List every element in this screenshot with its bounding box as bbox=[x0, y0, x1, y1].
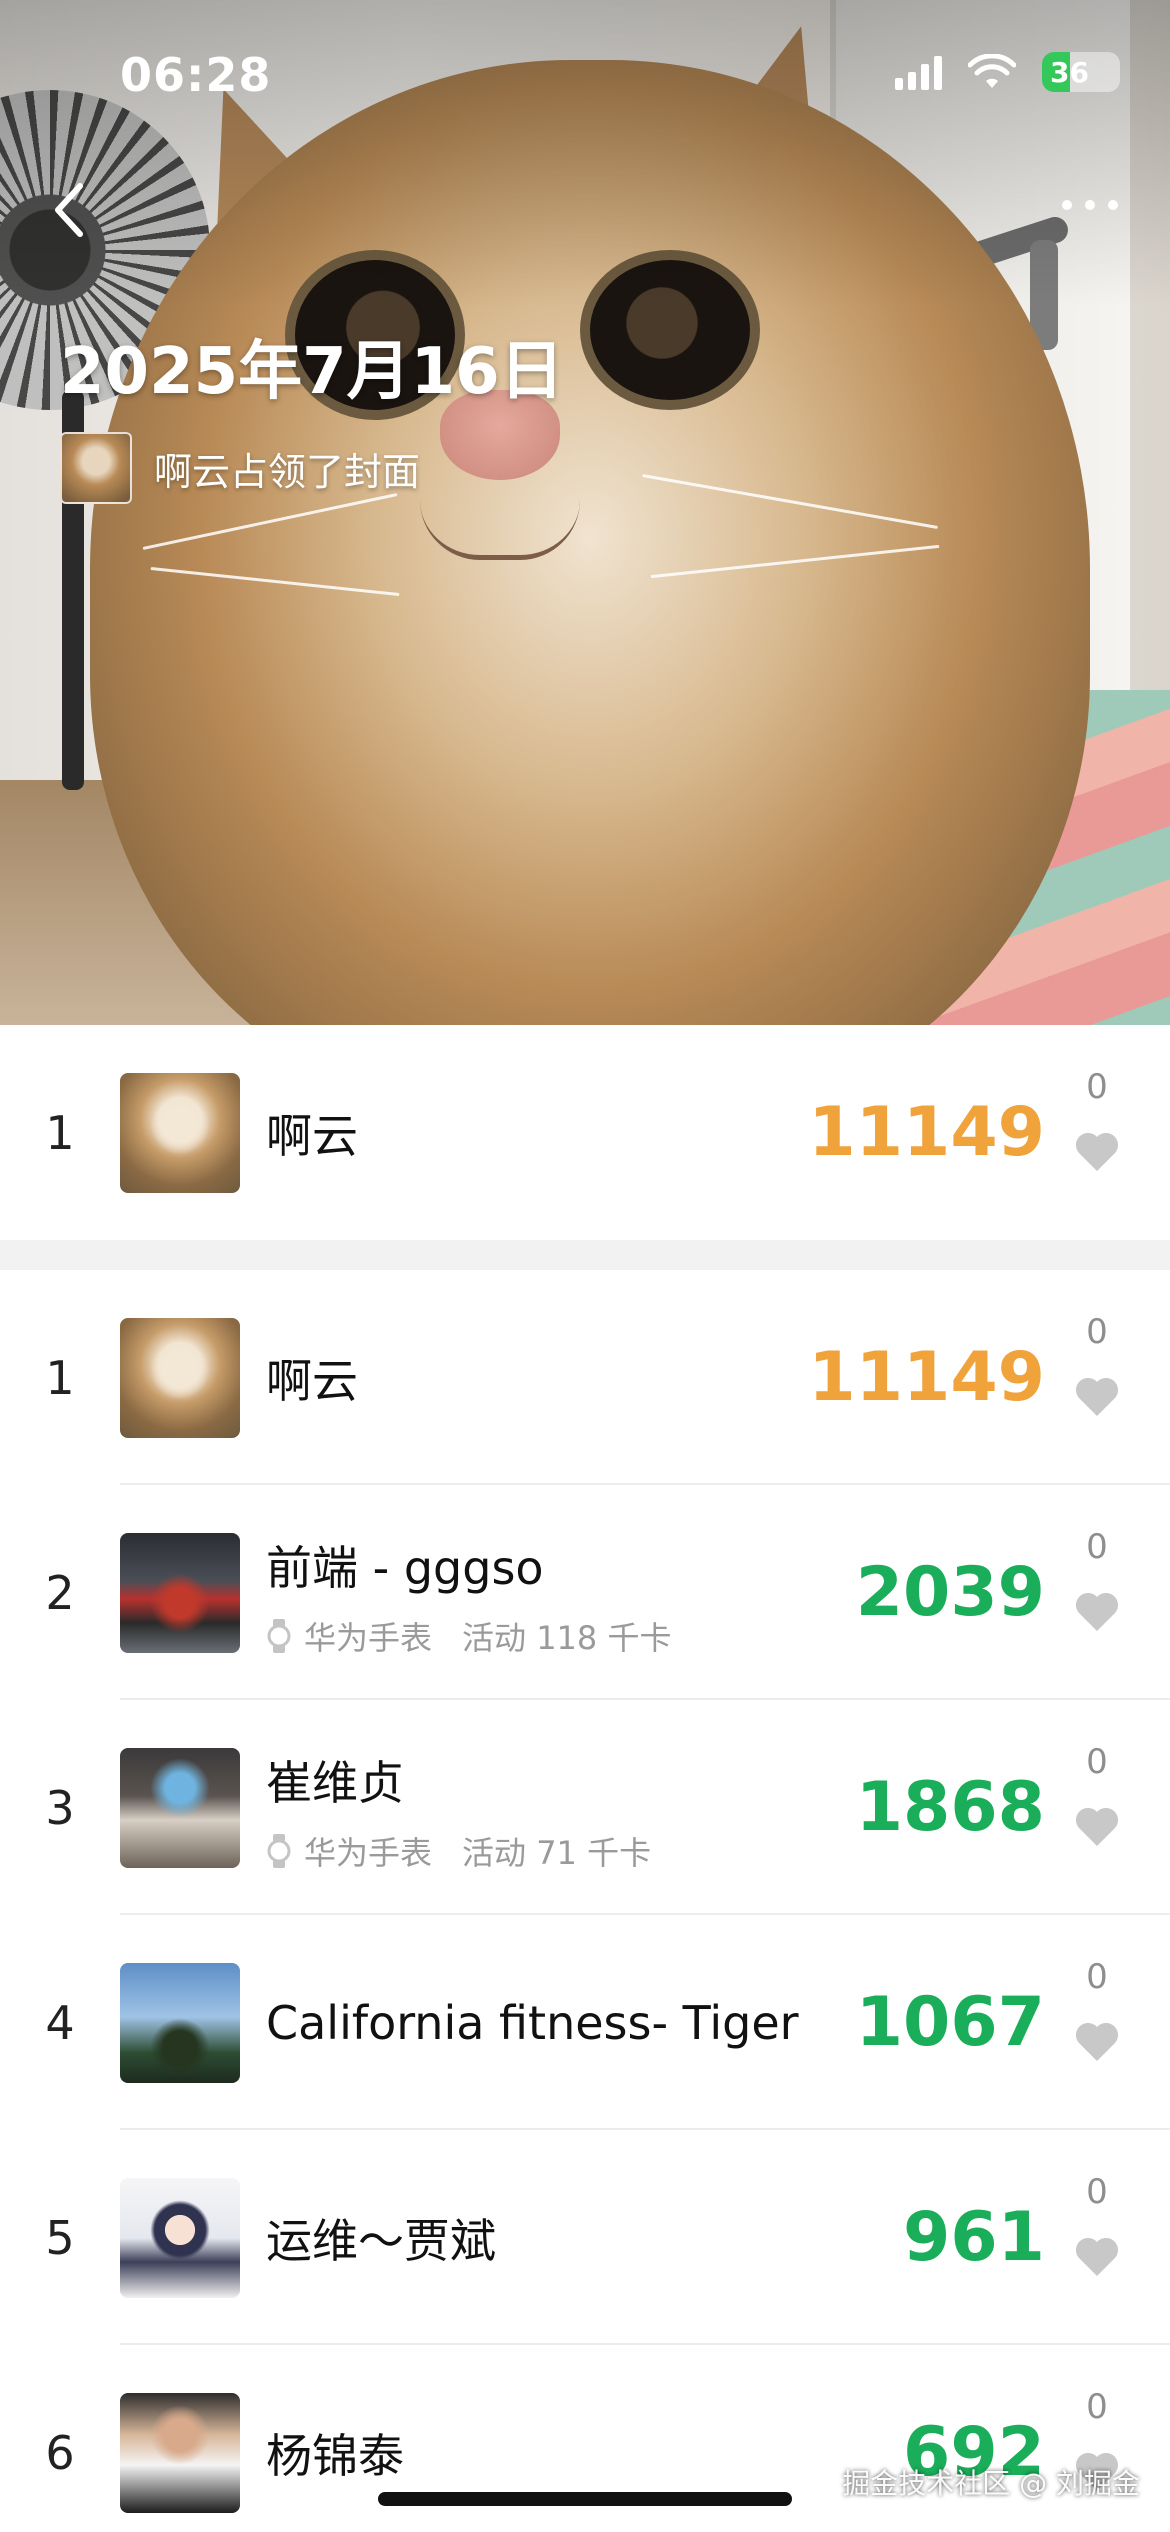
step-count: 11149 bbox=[808, 1338, 1045, 1417]
rank-number: 1 bbox=[45, 1350, 75, 1405]
ranking-row[interactable]: 3 崔维贞 华为手表 活动 71 千卡 1868 0 bbox=[0, 1700, 1170, 1915]
back-button[interactable] bbox=[40, 175, 100, 245]
user-name: 前端 - gggso bbox=[266, 1541, 544, 1595]
watermark: 掘金技术社区 @ 刘掘金 bbox=[842, 2467, 1140, 2500]
like-button[interactable]: 0 bbox=[1062, 1067, 1132, 1207]
section-separator bbox=[0, 1240, 1170, 1270]
cover-owner[interactable]: 啊云占领了封面 bbox=[60, 432, 420, 504]
like-button[interactable]: 0 bbox=[1062, 1742, 1132, 1882]
rank-number: 6 bbox=[45, 2425, 75, 2480]
avatar[interactable] bbox=[120, 1318, 240, 1438]
user-name: 啊云 bbox=[266, 1353, 358, 1408]
avatar-face bbox=[150, 1758, 210, 1818]
more-dot bbox=[1062, 200, 1072, 210]
like-button[interactable]: 0 bbox=[1062, 2387, 1132, 2527]
avatar[interactable] bbox=[120, 2393, 240, 2513]
avatar-face bbox=[150, 1095, 210, 1155]
chevron-left-icon bbox=[55, 183, 83, 237]
my-rank-row[interactable]: 1 啊云 11149 0 bbox=[0, 1025, 1170, 1240]
like-count: 0 bbox=[1086, 2172, 1108, 2212]
cover-shade bbox=[0, 0, 1170, 1025]
rank-number: 2 bbox=[45, 1565, 75, 1620]
cover-image bbox=[0, 0, 1170, 1025]
avatar-face bbox=[150, 2200, 210, 2260]
ranking-row[interactable]: 1 啊云 11149 0 bbox=[0, 1270, 1170, 1485]
step-count: 1067 bbox=[855, 1983, 1045, 2062]
ranking-list: 1 啊云 11149 0 2 前端 - gggso 华为手表 活动 118 千卡 bbox=[0, 1270, 1170, 2532]
cover-date: 2025年7月16日 bbox=[60, 335, 564, 409]
battery-icon: 36 bbox=[1042, 52, 1120, 92]
more-dot bbox=[1108, 200, 1118, 210]
user-name: 崔维贞 bbox=[266, 1756, 404, 1810]
avatar[interactable] bbox=[120, 1963, 240, 2083]
rank-number: 1 bbox=[45, 1105, 75, 1160]
status-time: 06:28 bbox=[120, 48, 272, 102]
device-name: 华为手表 bbox=[304, 1619, 433, 1657]
avatar[interactable] bbox=[120, 1748, 240, 1868]
home-indicator[interactable] bbox=[378, 2492, 792, 2506]
step-count: 692 bbox=[903, 2413, 1045, 2492]
avatar-face bbox=[150, 1573, 210, 1633]
step-count: 11149 bbox=[808, 1093, 1045, 1172]
battery-level: 36 bbox=[1050, 55, 1089, 89]
avatar[interactable] bbox=[120, 1073, 240, 1193]
avatar-face bbox=[150, 2405, 210, 2465]
activity-calories: 活动 118 千卡 bbox=[462, 1619, 672, 1657]
avatar-face bbox=[150, 2018, 210, 2078]
heart-icon bbox=[1073, 2234, 1121, 2278]
like-button[interactable]: 0 bbox=[1062, 2172, 1132, 2312]
watch-icon bbox=[266, 1619, 292, 1653]
more-dot bbox=[1085, 200, 1095, 210]
user-name: California fitness- Tiger bbox=[266, 1995, 799, 2050]
avatar-face bbox=[150, 1340, 210, 1400]
heart-icon bbox=[1073, 1374, 1121, 1418]
step-count: 2039 bbox=[855, 1553, 1045, 1632]
step-count: 1868 bbox=[855, 1768, 1045, 1847]
heart-icon bbox=[1073, 1804, 1121, 1848]
more-button[interactable] bbox=[1050, 185, 1130, 225]
heart-icon bbox=[1073, 1129, 1121, 1173]
activity-info: 华为手表 活动 71 千卡 bbox=[266, 1828, 651, 1874]
activity-info: 华为手表 活动 118 千卡 bbox=[266, 1613, 671, 1659]
rank-number: 3 bbox=[45, 1780, 75, 1835]
like-count: 0 bbox=[1086, 1067, 1108, 1107]
like-count: 0 bbox=[1086, 1957, 1108, 1997]
wifi-icon bbox=[967, 53, 1017, 90]
ranking-row[interactable]: 4 California fitness- Tiger 1067 0 bbox=[0, 1915, 1170, 2130]
user-name: 运维～贾斌 bbox=[266, 2213, 496, 2268]
like-count: 0 bbox=[1086, 2387, 1108, 2427]
activity-calories: 活动 71 千卡 bbox=[462, 1834, 652, 1872]
watch-icon bbox=[266, 1834, 292, 1868]
like-count: 0 bbox=[1086, 1312, 1108, 1352]
like-button[interactable]: 0 bbox=[1062, 1957, 1132, 2097]
heart-icon bbox=[1073, 2019, 1121, 2063]
cellular-signal-icon bbox=[895, 54, 942, 90]
rank-number: 5 bbox=[45, 2210, 75, 2265]
ranking-row[interactable]: 5 运维～贾斌 961 0 bbox=[0, 2130, 1170, 2345]
like-count: 0 bbox=[1086, 1527, 1108, 1567]
avatar[interactable] bbox=[120, 2178, 240, 2298]
cover-owner-avatar[interactable] bbox=[60, 432, 132, 504]
cover-owner-text: 啊云占领了封面 bbox=[154, 449, 421, 494]
heart-icon bbox=[1073, 1589, 1121, 1633]
rank-number: 4 bbox=[45, 1995, 75, 2050]
avatar[interactable] bbox=[120, 1533, 240, 1653]
device-name: 华为手表 bbox=[304, 1834, 433, 1872]
like-button[interactable]: 0 bbox=[1062, 1312, 1132, 1452]
like-button[interactable]: 0 bbox=[1062, 1527, 1132, 1667]
ranking-row[interactable]: 2 前端 - gggso 华为手表 活动 118 千卡 2039 0 bbox=[0, 1485, 1170, 1700]
like-count: 0 bbox=[1086, 1742, 1108, 1782]
user-name: 啊云 bbox=[266, 1108, 358, 1163]
step-count: 961 bbox=[903, 2198, 1045, 2277]
status-icons: 36 bbox=[895, 52, 1120, 92]
